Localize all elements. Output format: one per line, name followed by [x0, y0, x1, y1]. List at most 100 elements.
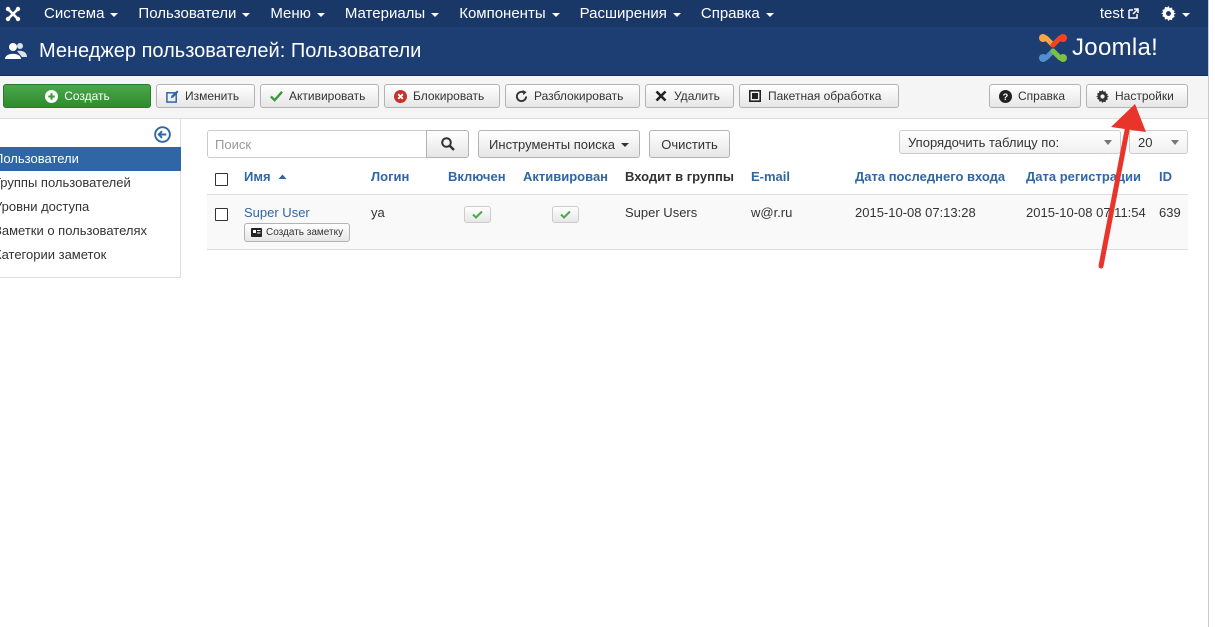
checkbox-square-icon — [748, 89, 762, 103]
unblock-button[interactable]: Разблокировать — [505, 84, 640, 108]
user-last-visit: 2015-10-08 07:13:28 — [855, 205, 976, 220]
column-email[interactable]: E-mail — [751, 169, 790, 184]
create-button-label: Создать — [64, 89, 110, 103]
limit-select[interactable]: 20 — [1129, 130, 1188, 154]
user-name-link[interactable]: Super User — [244, 205, 310, 220]
sidebar-item-user-notes[interactable]: Заметки о пользователях — [0, 219, 181, 243]
sidebar-item-groups[interactable]: Группы пользователей — [0, 171, 181, 195]
create-button[interactable]: Создать — [3, 84, 151, 108]
select-all-checkbox[interactable] — [215, 173, 228, 186]
svg-text:?: ? — [1002, 92, 1008, 102]
search-input[interactable] — [207, 130, 427, 158]
question-circle-icon: ? — [998, 89, 1012, 103]
column-enabled[interactable]: Включен — [448, 169, 506, 184]
options-button[interactable]: Настройки — [1086, 84, 1188, 108]
menu-content[interactable]: Материалы — [335, 0, 449, 27]
limit-select-value: 20 — [1138, 134, 1153, 150]
search-icon — [440, 137, 455, 151]
sidebar-item-users[interactable]: Пользователи — [0, 147, 181, 171]
clear-button[interactable]: Очистить — [649, 130, 730, 158]
user-menu[interactable] — [1161, 6, 1190, 21]
gear-icon — [1095, 89, 1109, 103]
sidebar-item-label: Заметки о пользователях — [0, 223, 147, 238]
search-button[interactable] — [426, 130, 469, 158]
sort-select[interactable]: Упорядочить таблицу по: — [899, 130, 1121, 154]
scrollbar[interactable] — [1208, 0, 1215, 627]
caret-down-icon — [672, 12, 681, 17]
external-link-icon — [1128, 8, 1139, 19]
column-name-label: Имя — [244, 169, 271, 184]
row-checkbox[interactable] — [215, 208, 228, 221]
check-icon — [269, 89, 283, 103]
user-registered: 2015-10-08 07:11:54 — [1026, 205, 1146, 220]
users-table: Имя Логин Включен Активирован Входит в г… — [207, 162, 1188, 250]
dropdown-arrow-icon — [1104, 140, 1112, 145]
joomla-logo: Joomla! — [1038, 33, 1158, 63]
create-note-button[interactable]: Создать заметку — [244, 223, 351, 242]
activate-button[interactable]: Активировать — [260, 84, 379, 108]
delete-button[interactable]: Удалить — [645, 84, 734, 108]
users-icon — [5, 40, 27, 62]
caret-down-icon — [242, 12, 251, 17]
user-groups: Super Users — [625, 205, 698, 220]
sidebar-item-label: Группы пользователей — [0, 175, 131, 190]
enabled-toggle[interactable] — [464, 206, 491, 223]
sidebar-item-access-levels[interactable]: Уровни доступа — [0, 195, 181, 219]
activate-button-label: Активировать — [289, 89, 366, 103]
create-note-label: Создать заметку — [266, 227, 344, 238]
joomla-logo-icon — [1039, 34, 1067, 62]
block-button[interactable]: Блокировать — [384, 84, 500, 108]
activated-toggle[interactable] — [552, 206, 579, 223]
page-title: Менеджер пользователей: Пользователи — [39, 39, 422, 62]
block-button-label: Блокировать — [413, 89, 485, 103]
caret-down-icon — [551, 12, 560, 17]
note-icon — [251, 228, 262, 237]
menu-components-label: Компоненты — [459, 5, 546, 22]
menu-extensions[interactable]: Расширения — [570, 0, 691, 27]
main-menu: Система Пользователи Меню Материалы Комп… — [34, 0, 784, 27]
sidebar-item-label: Категории заметок — [0, 247, 107, 262]
close-icon — [654, 89, 668, 103]
column-groups: Входит в группы — [625, 169, 734, 184]
check-icon — [472, 210, 483, 219]
menu-users-label: Пользователи — [138, 5, 237, 22]
caret-down-icon — [765, 12, 774, 17]
joomla-icon[interactable] — [0, 0, 26, 27]
batch-button[interactable]: Пакетная обработка — [739, 84, 899, 108]
caret-down-icon — [1182, 12, 1190, 17]
table-row: Super User Создать заметку ya Super User… — [207, 195, 1188, 250]
search-tools-button[interactable]: Инструменты поиска — [478, 130, 640, 158]
menu-help[interactable]: Справка — [691, 0, 784, 27]
refresh-icon — [514, 89, 528, 103]
column-last-visit[interactable]: Дата последнего входа — [855, 169, 1005, 184]
collapse-sidebar-icon[interactable] — [154, 126, 172, 144]
sidebar-item-label: Пользователи — [0, 151, 79, 166]
column-login[interactable]: Логин — [371, 169, 409, 184]
caret-down-icon — [316, 12, 325, 17]
top-navbar: Система Пользователи Меню Материалы Комп… — [0, 0, 1208, 27]
sidebar: Пользователи Группы пользователей Уровни… — [0, 119, 181, 278]
sort-asc-icon — [278, 174, 287, 179]
column-id[interactable]: ID — [1159, 169, 1172, 184]
toolbar: Создать Изменить Активировать Блокироват… — [0, 76, 1208, 119]
caret-down-icon — [110, 12, 119, 17]
menu-menus[interactable]: Меню — [260, 0, 335, 27]
menu-system[interactable]: Система — [34, 0, 128, 27]
column-name[interactable]: Имя — [244, 169, 287, 184]
column-activated[interactable]: Активирован — [523, 169, 608, 184]
gear-icon — [1161, 6, 1176, 21]
menu-extensions-label: Расширения — [579, 5, 667, 22]
help-button-label: Справка — [1018, 89, 1066, 103]
help-button[interactable]: ? Справка — [989, 84, 1081, 108]
joomla-logo-text: Joomla! — [1072, 34, 1159, 61]
menu-components[interactable]: Компоненты — [449, 0, 569, 27]
menu-users[interactable]: Пользователи — [128, 0, 260, 27]
menu-help-label: Справка — [700, 5, 760, 22]
sidebar-item-note-categories[interactable]: Категории заметок — [0, 243, 181, 267]
navbar-right: test — [1100, 0, 1190, 27]
delete-button-label: Удалить — [674, 89, 720, 103]
column-registered[interactable]: Дата регистрации — [1026, 169, 1141, 184]
site-link[interactable]: test — [1100, 5, 1139, 22]
site-name: test — [1099, 5, 1124, 22]
edit-button[interactable]: Изменить — [156, 84, 255, 108]
